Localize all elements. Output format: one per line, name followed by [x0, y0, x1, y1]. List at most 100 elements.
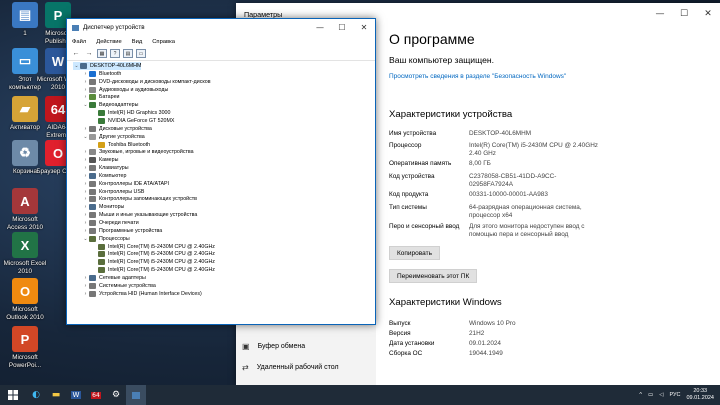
chevron-right-icon[interactable]: ›	[82, 275, 89, 281]
device-manager-titlebar[interactable]: Диспетчер устройств — ☐ ✕	[67, 19, 375, 36]
device-node[interactable]: Intel(R) Core(TM) i5-2430M CPU @ 2.40GHz	[91, 243, 215, 251]
device-category-node[interactable]: ⌄ Видеоадаптеры	[82, 101, 138, 109]
chevron-right-icon[interactable]: ›	[82, 79, 89, 85]
device-category-node[interactable]: › Мониторы	[82, 203, 124, 211]
device-category-node[interactable]: › Батареи	[82, 93, 119, 101]
device-category-node[interactable]: › Программные устройства	[82, 227, 162, 235]
device-node[interactable]: Intel(R) Core(TM) i5-2430M CPU @ 2.40GHz	[91, 258, 215, 266]
remote-desktop-icon: ⇄	[242, 363, 249, 372]
device-category-node[interactable]: › DVD-дисководы и дисководы компакт-диско…	[82, 78, 211, 86]
device-category-node[interactable]: › Мыши и иные указывающие устройства	[82, 211, 197, 219]
chevron-right-icon[interactable]: ›	[82, 196, 89, 202]
sidebar-item-remote-desktop[interactable]: ⇄ Удаленный рабочий стол	[242, 363, 339, 372]
desktop-icon[interactable]: A Microsoft Access 2010	[3, 188, 47, 231]
device-category-node[interactable]: ⌄ Процессоры	[82, 235, 130, 243]
device-category-node[interactable]: › Устройства HID (Human Interface Devices…	[82, 290, 202, 298]
device-category-node[interactable]: › Контроллеры USB	[82, 188, 144, 196]
chevron-right-icon[interactable]: ›	[82, 157, 89, 163]
edge-browser-icon[interactable]: ◐	[26, 385, 46, 405]
chevron-right-icon[interactable]: ›	[82, 181, 89, 187]
menu-action[interactable]: Действие	[96, 39, 121, 45]
language-indicator[interactable]: РУС	[669, 392, 680, 398]
device-manager-taskbar-icon[interactable]	[126, 385, 146, 405]
chevron-right-icon[interactable]: ›	[82, 228, 89, 234]
chevron-down-icon[interactable]: ⌄	[82, 236, 89, 242]
device-label: Дисковые устройства	[99, 125, 152, 132]
computer-root-node[interactable]: ⌄ DESKTOP-40L6MHM	[73, 62, 142, 70]
security-link[interactable]: Просмотреть сведения в разделе "Безопасн…	[389, 73, 589, 82]
device-node[interactable]: Toshiba Bluetooth	[91, 141, 150, 149]
rename-pc-button[interactable]: Переименовать этот ПК	[389, 269, 478, 283]
start-windows-icon[interactable]	[0, 385, 26, 405]
chevron-right-icon[interactable]: ›	[82, 149, 89, 155]
device-icon	[98, 110, 105, 117]
device-category-node[interactable]: › Bluetooth	[82, 70, 121, 78]
maximize-icon[interactable]: ☐	[672, 3, 696, 25]
menu-help[interactable]: Справка	[152, 39, 175, 45]
settings-gear-icon[interactable]: ⚙	[106, 385, 126, 405]
sidebar-item-clipboard[interactable]: ▣ Буфер обмена	[242, 342, 305, 351]
device-category-node[interactable]: › Клавиатуры	[82, 164, 129, 172]
chevron-right-icon[interactable]: ›	[82, 283, 89, 289]
chevron-right-icon[interactable]: ›	[82, 204, 89, 210]
device-node[interactable]: Intel(R) Core(TM) i5-2430M CPU @ 2.40GHz	[91, 250, 215, 258]
menu-view[interactable]: Вид	[132, 39, 143, 45]
device-category-node[interactable]: › Камеры	[82, 156, 118, 164]
spec-value: DESKTOP-40L6MHM	[469, 130, 532, 137]
desktop-icon[interactable]: P Microsoft PowerPoi...	[3, 326, 47, 369]
menu-file[interactable]: Файл	[72, 39, 86, 45]
device-category-node[interactable]: › Системные устройства	[82, 282, 156, 290]
app-icon: X	[12, 232, 38, 258]
device-category-node[interactable]: › Звуковые, игровые и видеоустройства	[82, 148, 194, 156]
minimize-icon[interactable]: —	[648, 3, 672, 25]
spec-value: 19044.1949	[469, 350, 503, 357]
desktop-icon[interactable]: X Microsoft Excel 2010	[3, 232, 47, 275]
word-icon[interactable]: W	[66, 385, 86, 405]
device-category-node[interactable]: › Очереди печати	[82, 219, 139, 227]
chevron-down-icon[interactable]: ⌄	[82, 134, 89, 140]
chevron-down-icon[interactable]: ⌄	[73, 63, 80, 69]
update-driver-icon[interactable]: ▤	[123, 49, 133, 58]
clock[interactable]: 20:33 09.01.2024	[686, 388, 714, 402]
chevron-right-icon[interactable]: ›	[82, 71, 89, 77]
chevron-right-icon[interactable]: ›	[82, 291, 89, 297]
chevron-right-icon[interactable]: ›	[82, 220, 89, 226]
device-label: Контроллеры IDE ATA/ATAPI	[99, 180, 170, 187]
device-category-node[interactable]: › Аудиовходы и аудиовыходы	[82, 86, 168, 94]
close-icon[interactable]: ✕	[353, 19, 375, 36]
chevron-down-icon[interactable]: ⌄	[82, 102, 89, 108]
chevron-right-icon[interactable]: ›	[82, 165, 89, 171]
volume-icon[interactable]: ◁	[659, 392, 663, 398]
chevron-right-icon[interactable]: ›	[82, 173, 89, 179]
device-category-node[interactable]: › Компьютер	[82, 172, 126, 180]
close-icon[interactable]: ✕	[696, 3, 720, 25]
device-category-node[interactable]: ⌄ Другие устройства	[82, 133, 145, 141]
chevron-right-icon[interactable]: ›	[82, 126, 89, 132]
chevron-right-icon[interactable]: ›	[82, 212, 89, 218]
device-node[interactable]: Intel(R) Core(TM) i5-2430M CPU @ 2.40GHz	[91, 266, 215, 274]
device-category-node[interactable]: › Контроллеры запоминающих устройств	[82, 195, 197, 203]
explorer-icon[interactable]: ▬	[46, 385, 66, 405]
help-icon[interactable]: ?	[110, 49, 120, 58]
chevron-right-icon[interactable]: ›	[82, 94, 89, 100]
maximize-icon[interactable]: ☐	[331, 19, 353, 36]
chevron-right-icon[interactable]: ›	[82, 189, 89, 195]
device-category-node[interactable]: › Контроллеры IDE ATA/ATAPI	[82, 180, 169, 188]
properties-icon[interactable]: ▦	[97, 49, 107, 58]
device-label: Батареи	[99, 94, 120, 101]
windows-spec-row: Дата установки 09.01.2024	[389, 340, 719, 348]
network-icon[interactable]: ▭	[648, 392, 653, 398]
back-arrow-icon[interactable]: ←	[71, 49, 81, 58]
chevron-up-icon[interactable]: ^	[639, 392, 642, 398]
forward-arrow-icon[interactable]: →	[84, 49, 94, 58]
copy-button[interactable]: Копировать	[389, 246, 440, 260]
device-node[interactable]: Intel(R) HD Graphics 3000	[91, 109, 170, 117]
chevron-right-icon[interactable]: ›	[82, 87, 89, 93]
device-category-node[interactable]: › Дисковые устройства	[82, 125, 152, 133]
scan-hardware-icon[interactable]: ▭	[136, 49, 146, 58]
desktop-icon[interactable]: O Microsoft Outlook 2010	[3, 278, 47, 321]
device-category-node[interactable]: › Сетевые адаптеры	[82, 274, 146, 282]
minimize-icon[interactable]: —	[309, 19, 331, 36]
aida64-icon[interactable]: 64	[86, 385, 106, 405]
device-node[interactable]: NVIDIA GeForce GT 520MX	[91, 117, 174, 125]
